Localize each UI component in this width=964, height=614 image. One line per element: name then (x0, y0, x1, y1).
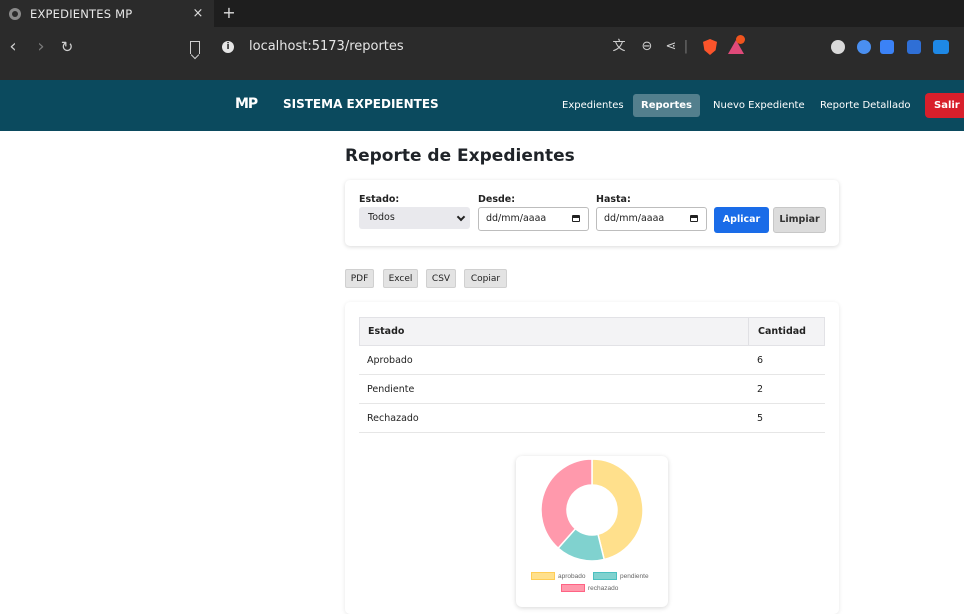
browser-toolbar: ‹ › ↻ i localhost:5173/reportes 文 ⊖ ⋖ | (0, 27, 964, 80)
extension-drop-icon[interactable] (857, 40, 871, 54)
header-estado: Estado (368, 326, 405, 337)
browser-tab[interactable]: EXPEDIENTES MP × (0, 0, 214, 27)
cell-estado: Aprobado (367, 355, 413, 366)
toolbar-divider: | (683, 39, 689, 54)
extension-translate-icon[interactable] (880, 40, 894, 54)
new-tab-icon[interactable]: + (220, 4, 238, 22)
cell-cantidad: 2 (757, 384, 764, 395)
desde-label: Desde: (478, 194, 516, 205)
cell-cantidad: 5 (757, 413, 764, 424)
globe-icon (9, 7, 21, 20)
extension-icon[interactable] (831, 40, 845, 54)
cell-estado: Rechazado (367, 413, 419, 424)
nav-expedientes[interactable]: Expedientes (556, 94, 630, 117)
export-pdf-button[interactable]: PDF (345, 269, 374, 288)
close-tab-icon[interactable]: × (188, 6, 208, 21)
hasta-placeholder: dd/mm/aaaa (604, 213, 665, 224)
extension-text-icon[interactable] (933, 40, 949, 54)
export-excel-button[interactable]: Excel (383, 269, 418, 288)
copy-button[interactable]: Copiar (464, 269, 507, 288)
hasta-label: Hasta: (596, 194, 631, 205)
address-input[interactable]: localhost:5173/reportes (249, 37, 404, 57)
brand-logo[interactable]: MP (235, 96, 258, 112)
legend-swatch-rechazado (561, 584, 585, 593)
legend-item-pendiente[interactable]: pendiente (593, 572, 649, 581)
apply-button[interactable]: Aplicar (714, 207, 769, 233)
back-icon[interactable]: ‹ (4, 38, 22, 56)
zoom-icon[interactable]: ⊖ (639, 38, 655, 56)
browser-tabbar: EXPEDIENTES MP × + (0, 0, 964, 27)
brand-name[interactable]: SISTEMA EXPEDIENTES (283, 97, 439, 111)
header-divider (748, 318, 749, 345)
desde-placeholder: dd/mm/aaaa (486, 213, 547, 224)
desde-date-input[interactable]: dd/mm/aaaa (478, 207, 589, 231)
bookmark-icon[interactable] (190, 41, 200, 54)
cell-cantidad: 6 (757, 355, 764, 366)
estado-label: Estado: (359, 194, 400, 205)
table-header: Estado Cantidad (359, 317, 825, 346)
calendar-icon[interactable] (690, 215, 698, 222)
filter-card: Estado: Todos Desde: dd/mm/aaaa Hasta: d… (345, 180, 839, 246)
extension-lock-icon[interactable] (907, 40, 921, 54)
page-title: Reporte de Expedientes (345, 146, 575, 166)
calendar-icon[interactable] (572, 215, 580, 222)
nav-reporte-detallado[interactable]: Reporte Detallado (814, 94, 917, 117)
table-row: Rechazado 5 (359, 404, 825, 433)
rewards-badge (736, 35, 745, 44)
legend-label-aprobado: aprobado (558, 573, 586, 580)
estado-select-value: Todos (368, 212, 395, 223)
legend-swatch-aprobado (531, 572, 555, 581)
table-row: Aprobado 6 (359, 346, 825, 375)
forward-icon[interactable]: › (32, 38, 50, 56)
hasta-date-input[interactable]: dd/mm/aaaa (596, 207, 707, 231)
header-cantidad: Cantidad (758, 326, 806, 337)
app-navbar: MP SISTEMA EXPEDIENTES Expedientes Repor… (0, 80, 964, 131)
legend-label-rechazado: rechazado (588, 585, 619, 592)
report-card: Estado Cantidad Aprobado 6 Pendiente 2 R… (345, 302, 839, 614)
logout-button[interactable]: Salir (925, 93, 964, 118)
tab-title: EXPEDIENTES MP (30, 6, 133, 21)
export-csv-button[interactable]: CSV (426, 269, 456, 288)
table-row: Pendiente 2 (359, 375, 825, 404)
reload-icon[interactable]: ↻ (58, 38, 76, 56)
cell-estado: Pendiente (367, 384, 415, 395)
brave-shield-icon[interactable] (703, 39, 717, 55)
legend-swatch-pendiente (593, 572, 617, 581)
clear-button[interactable]: Limpiar (773, 207, 826, 233)
site-info-icon[interactable]: i (222, 41, 234, 53)
legend-item-rechazado[interactable]: rechazado (561, 584, 618, 593)
translate-icon[interactable]: 文 (611, 38, 627, 56)
nav-nuevo-expediente[interactable]: Nuevo Expediente (707, 94, 811, 117)
estado-select[interactable]: Todos (359, 207, 470, 229)
chart-card: aprobado pendiente rechazado (516, 456, 668, 607)
legend-item-aprobado[interactable]: aprobado (531, 572, 585, 581)
nav-reportes[interactable]: Reportes (633, 94, 700, 117)
legend-label-pendiente: pendiente (620, 573, 649, 580)
chevron-down-icon (456, 212, 466, 222)
share-icon[interactable]: ⋖ (663, 38, 679, 56)
